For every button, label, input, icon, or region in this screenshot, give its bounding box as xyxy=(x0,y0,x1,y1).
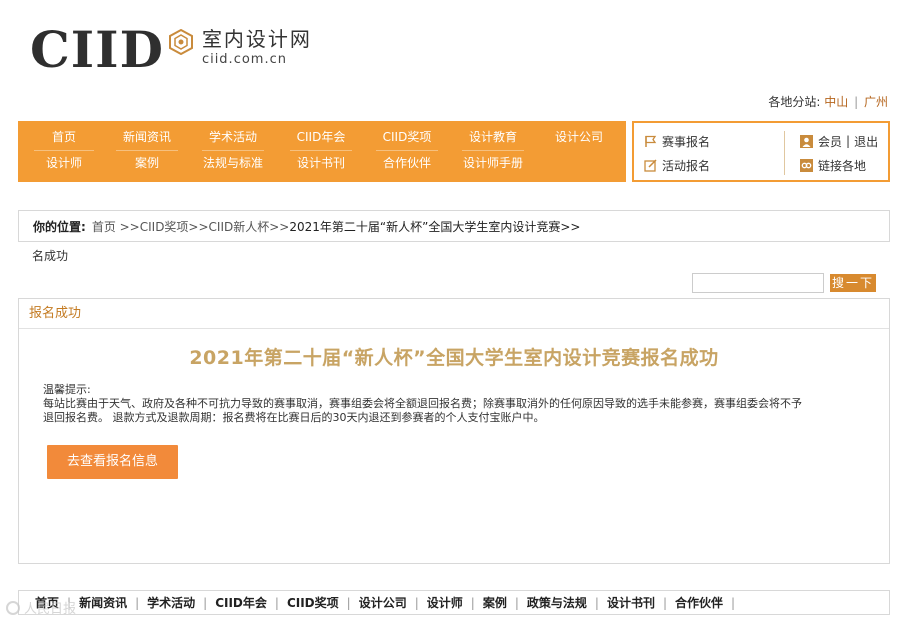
branch-sites: 各地分站: 中山 | 广州 xyxy=(768,93,888,110)
nav-cases[interactable]: 案例 xyxy=(116,151,178,177)
footer-link-awards[interactable]: CIID奖项 xyxy=(279,594,347,611)
search-button[interactable]: 搜一下 xyxy=(830,274,876,292)
watermark: 人民日报 xyxy=(6,598,76,617)
watermark-logo-icon xyxy=(6,600,20,615)
branch-link-guangzhou[interactable]: 广州 xyxy=(864,95,888,109)
nav-publications[interactable]: 设计书刊 xyxy=(290,151,352,177)
logo-cn-name: 室内设计网 xyxy=(201,27,312,51)
member-box: 赛事报名 活动报名 会员 | 退出 链接各地 xyxy=(632,121,890,182)
view-signup-info-button[interactable]: 去查看报名信息 xyxy=(47,445,178,479)
page-title: 2021年第二十届“新人杯”全国大学生室内设计竞赛报名成功 xyxy=(189,347,719,369)
nav-designers[interactable]: 设计师 xyxy=(34,151,94,177)
watermark-text: 人民日报 xyxy=(24,602,77,617)
member-link[interactable]: 会员 xyxy=(818,133,842,150)
branch-link-zhongshan[interactable]: 中山 xyxy=(824,95,848,109)
footer-link-publications[interactable]: 设计书刊 xyxy=(599,594,663,611)
link-icon xyxy=(800,158,813,172)
tips-notice: 温馨提示: 每站比赛由于天气、政府及各种不可抗力导致的赛事取消，赛事组委会将全额… xyxy=(43,383,877,425)
tips-line-1: 每站比赛由于天气、政府及各种不可抗力导致的赛事取消，赛事组委会将全额退回报名费；… xyxy=(43,397,802,410)
logout-link[interactable]: 退出 xyxy=(854,133,878,150)
nav-awards[interactable]: CIID奖项 xyxy=(376,125,438,151)
panel-heading: 报名成功 xyxy=(19,299,889,329)
signup-success-panel: 报名成功 2021年第二十届“新人杯”全国大学生室内设计竞赛报名成功 温馨提示:… xyxy=(18,298,890,564)
nav-row-1: 首页 新闻资讯 学术活动 CIID年会 CIID奖项 设计教育 设计公司 xyxy=(18,125,626,151)
tips-line-2: 退回报名费。 退款方式及退款周期：报名费将在比赛日后的30天内退还到参赛者的个人… xyxy=(43,411,545,424)
activity-signup-label: 活动报名 xyxy=(662,158,711,173)
breadcrumb-current[interactable]: 2021年第二十届“新人杯”全国大学生室内设计竞赛>> xyxy=(289,218,580,235)
branch-separator: | xyxy=(854,95,859,109)
member-separator: | xyxy=(846,134,851,148)
competition-signup-label: 赛事报名 xyxy=(662,134,711,149)
nav-news[interactable]: 新闻资讯 xyxy=(116,125,178,151)
footer-link-academic[interactable]: 学术活动 xyxy=(139,594,203,611)
tips-label: 温馨提示: xyxy=(43,383,91,396)
footer-link-cases[interactable]: 案例 xyxy=(475,594,515,611)
footer-link-designers[interactable]: 设计师 xyxy=(419,594,471,611)
breadcrumb: 你的位置: 首页 >>CIID奖项>>CIID新人杯>> 2021年第二十届“新… xyxy=(18,210,890,242)
nav-design-company[interactable]: 设计公司 xyxy=(548,125,610,151)
nav-annual-meeting[interactable]: CIID年会 xyxy=(290,125,352,151)
nav-education[interactable]: 设计教育 xyxy=(462,125,524,151)
regional-links-label: 链接各地 xyxy=(818,158,867,173)
logo-url: ciid.com.cn xyxy=(201,52,287,67)
activity-signup-link[interactable]: 活动报名 xyxy=(644,155,710,175)
branch-label: 各地分站: xyxy=(768,95,821,109)
edit-icon xyxy=(644,158,657,172)
flag-icon xyxy=(645,135,657,147)
main-nav: 首页 新闻资讯 学术活动 CIID年会 CIID奖项 设计教育 设计公司 设计师… xyxy=(18,121,626,182)
footer-link-regulations[interactable]: 政策与法规 xyxy=(519,594,595,611)
logo-emblem-icon xyxy=(168,29,193,55)
nav-designer-handbook[interactable]: 设计师手册 xyxy=(458,151,528,177)
search-input[interactable] xyxy=(692,273,824,293)
logo-brand: CIID xyxy=(30,20,164,79)
breadcrumb-path[interactable]: 首页 >>CIID奖项>>CIID新人杯>> xyxy=(92,218,290,235)
nav-academic[interactable]: 学术活动 xyxy=(202,125,264,151)
member-box-divider xyxy=(784,131,785,175)
user-icon xyxy=(800,134,813,148)
footer-link-annual-meeting[interactable]: CIID年会 xyxy=(207,594,275,611)
footer-link-partners[interactable]: 合作伙伴 xyxy=(667,594,731,611)
footer-link-news[interactable]: 新闻资讯 xyxy=(71,594,135,611)
footer-nav: 首页 | 新闻资讯 | 学术活动 | CIID年会 | CIID奖项 | 设计公司 | 设计… xyxy=(18,590,890,615)
footer-link-design-company[interactable]: 设计公司 xyxy=(351,594,415,611)
nav-row-2: 设计师 案例 法规与标准 设计书刊 合作伙伴 设计师手册 xyxy=(18,151,626,177)
member-links: 会员 | 退出 xyxy=(800,131,878,151)
nav-partners[interactable]: 合作伙伴 xyxy=(376,151,438,177)
breadcrumb-overflow-text: 名成功 xyxy=(32,249,69,263)
site-logo[interactable]: CIID 室内设计网 ciid.com.cn xyxy=(30,24,312,76)
breadcrumb-label: 你的位置: xyxy=(33,219,86,234)
competition-signup-link[interactable]: 赛事报名 xyxy=(644,131,710,151)
regional-links[interactable]: 链接各地 xyxy=(800,155,866,175)
nav-regulations[interactable]: 法规与标准 xyxy=(198,151,268,177)
nav-home[interactable]: 首页 xyxy=(34,125,94,151)
